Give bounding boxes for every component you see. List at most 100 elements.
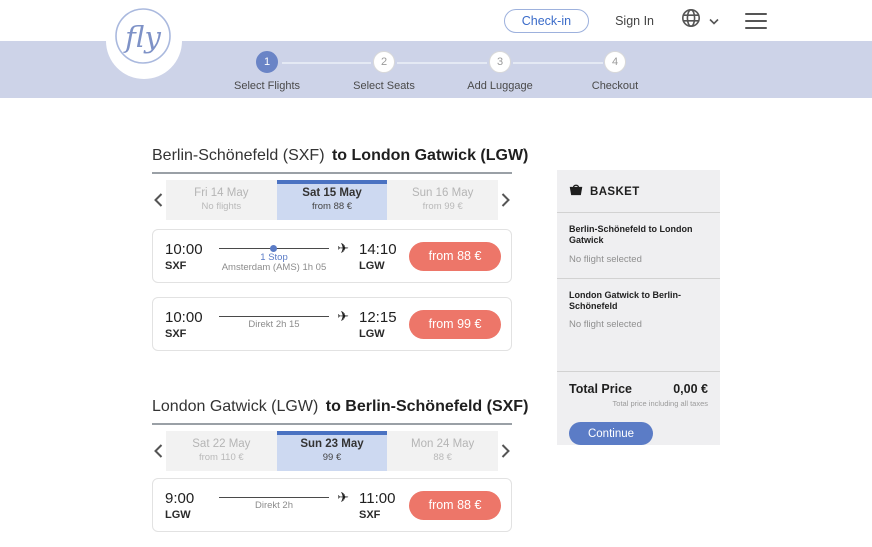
basket-item-return: London Gatwick to Berlin-Schönefeld No f… xyxy=(557,279,720,372)
flight-option[interactable]: 9:00 LGW ✈ Direkt 2h 11:00 SXF from 88 € xyxy=(152,478,512,532)
flight-price-button[interactable]: from 88 € xyxy=(409,490,501,520)
date-tab-mon-24-may[interactable]: Mon 24 May 88 € xyxy=(387,431,499,471)
arrival-time: 14:10 xyxy=(359,240,397,258)
basket-item-status: No flight selected xyxy=(569,253,642,265)
basket-item-status: No flight selected xyxy=(569,319,642,330)
flight-route: ✈ Direkt 2h 15 xyxy=(217,297,355,351)
stop-dot xyxy=(270,245,277,252)
logo-text: fly xyxy=(123,20,161,54)
arrival-airport-code: SXF xyxy=(359,508,381,521)
date-tab-sun-16-may[interactable]: Sun 16 May from 99 € xyxy=(387,180,499,220)
step-label: Add Luggage xyxy=(467,80,533,92)
date-tab-price: from 110 € xyxy=(198,452,244,463)
date-tab-price: 99 € xyxy=(322,452,342,463)
continue-button[interactable]: Continue xyxy=(569,422,653,445)
arrival-airport-code: LGW xyxy=(359,327,385,340)
section-title-origin: Berlin-Schönefeld (SXF) xyxy=(152,147,325,164)
basket-header: BASKET xyxy=(557,170,720,213)
route-line xyxy=(219,316,329,317)
arrival-time: 12:15 xyxy=(359,308,397,326)
page: Check-in Sign In 1 Select Flights 2 Sele… xyxy=(0,0,872,547)
plane-icon: ✈ xyxy=(337,308,349,324)
section-title-destination: to London Gatwick (LGW) xyxy=(331,147,529,164)
departure-info: 9:00 LGW xyxy=(165,490,215,521)
step-number: 4 xyxy=(604,51,626,73)
fly-logo[interactable]: fly xyxy=(106,3,182,79)
step-label: Select Flights xyxy=(233,80,301,92)
basket-item-route: London Gatwick to Berlin-Schönefeld xyxy=(569,289,681,311)
date-tab-price: from 99 € xyxy=(422,201,463,212)
chevron-right-icon[interactable] xyxy=(499,431,512,471)
date-tab-day: Sun 23 May xyxy=(300,438,364,450)
step-number: 3 xyxy=(489,51,511,73)
date-tab-price: 88 € xyxy=(433,452,452,463)
chevron-left-icon[interactable] xyxy=(152,431,165,471)
basket-item-outbound: Berlin-Schönefeld to London Gatwick No f… xyxy=(557,213,720,279)
step-checkout[interactable]: 4 Checkout xyxy=(559,41,671,92)
departure-info: 10:00 SXF xyxy=(165,241,215,272)
date-tab-sun-23-may[interactable]: Sun 23 May 99 € xyxy=(276,431,388,471)
date-tab-day: Sun 16 May xyxy=(411,187,474,199)
date-tabs: Fri 14 May No flights Sat 15 May from 88… xyxy=(166,180,499,220)
step-label: Select Seats xyxy=(353,80,415,92)
departure-time: 10:00 xyxy=(165,240,203,258)
hamburger-menu-icon[interactable] xyxy=(745,11,767,31)
date-tab-fri-14-may[interactable]: Fri 14 May No flights xyxy=(166,180,277,220)
section-title: Berlin-Schönefeld (SXF) to London Gatwic… xyxy=(152,147,528,174)
plane-icon: ✈ xyxy=(337,489,349,505)
flight-option[interactable]: 10:00 SXF ✈ Direkt 2h 15 12:15 LGW from … xyxy=(152,297,512,351)
section-title-origin: London Gatwick (LGW) xyxy=(152,398,319,415)
chevron-down-icon xyxy=(709,12,719,30)
flight-price-button[interactable]: from 88 € xyxy=(409,241,501,271)
globe-icon xyxy=(680,7,702,34)
date-tab-day: Fri 14 May xyxy=(194,187,249,199)
flight-price-button[interactable]: from 99 € xyxy=(409,309,501,339)
sign-in-link[interactable]: Sign In xyxy=(615,14,654,28)
basket-item-route: Berlin-Schönefeld to London Gatwick xyxy=(569,224,693,246)
arrival-info: 14:10 LGW xyxy=(359,241,409,272)
section-title-destination: to Berlin-Schönefeld (SXF) xyxy=(325,398,529,415)
step-select-seats[interactable]: 2 Select Seats xyxy=(328,41,440,92)
flight-route: ✈ Direkt 2h xyxy=(217,478,355,532)
departure-airport-code: SXF xyxy=(165,327,187,340)
departure-airport-code: SXF xyxy=(165,259,187,272)
date-tab-sat-22-may[interactable]: Sat 22 May from 110 € xyxy=(166,431,277,471)
chevron-right-icon[interactable] xyxy=(499,180,512,220)
date-tab-day: Sat 22 May xyxy=(192,438,251,450)
basket-title: BASKET xyxy=(590,186,640,198)
step-add-luggage[interactable]: 3 Add Luggage xyxy=(444,41,556,92)
route-detail: Direkt 2h 15 xyxy=(248,319,300,330)
section-title: London Gatwick (LGW) to Berlin-Schönefel… xyxy=(152,398,528,425)
arrival-time: 11:00 xyxy=(359,489,396,507)
total-price-note: Total price including all taxes xyxy=(612,399,708,408)
total-price-label: Total Price xyxy=(569,382,632,396)
step-select-flights[interactable]: 1 Select Flights xyxy=(211,41,323,92)
basket-icon xyxy=(569,183,583,201)
departure-time: 10:00 xyxy=(165,308,203,326)
chevron-left-icon[interactable] xyxy=(152,180,165,220)
total-price-value: 0,00 € xyxy=(673,382,708,396)
date-selector: Sat 22 May from 110 € Sun 23 May 99 € Mo… xyxy=(152,431,512,471)
date-tab-price: No flights xyxy=(201,201,242,212)
date-tabs: Sat 22 May from 110 € Sun 23 May 99 € Mo… xyxy=(166,431,499,471)
departure-time: 9:00 xyxy=(165,489,195,507)
flight-route: ✈ 1 Stop Amsterdam (AMS) 1h 05 xyxy=(217,229,355,283)
departure-airport-code: LGW xyxy=(165,508,191,521)
step-label: Checkout xyxy=(591,80,639,92)
date-tab-sat-15-may[interactable]: Sat 15 May from 88 € xyxy=(276,180,388,220)
arrival-info: 12:15 LGW xyxy=(359,309,409,340)
date-tab-price: from 88 € xyxy=(311,201,353,212)
return-section: London Gatwick (LGW) to Berlin-Schönefel… xyxy=(152,398,528,532)
plane-icon: ✈ xyxy=(337,240,349,256)
date-tab-day: Mon 24 May xyxy=(411,438,475,450)
basket-total: Total Price 0,00 € Total price including… xyxy=(557,372,720,445)
flight-option[interactable]: 10:00 SXF ✈ 1 Stop Amsterdam (AMS) 1h 05… xyxy=(152,229,512,283)
arrival-airport-code: LGW xyxy=(359,259,385,272)
date-tab-day: Sat 15 May xyxy=(302,187,362,199)
departure-info: 10:00 SXF xyxy=(165,309,215,340)
route-detail: Direkt 2h xyxy=(254,500,293,511)
language-selector[interactable] xyxy=(680,7,719,34)
step-number: 1 xyxy=(256,51,278,73)
check-in-button[interactable]: Check-in xyxy=(503,8,590,33)
route-detail: Amsterdam (AMS) 1h 05 xyxy=(221,262,327,273)
